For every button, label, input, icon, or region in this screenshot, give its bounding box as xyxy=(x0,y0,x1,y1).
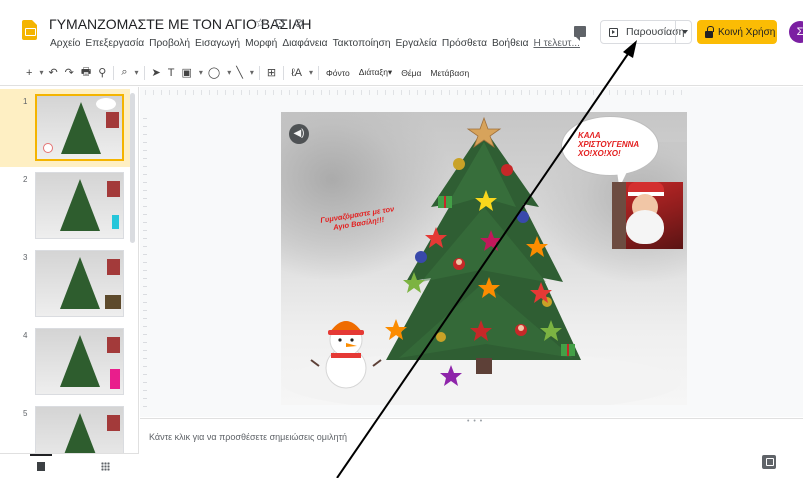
theme-button[interactable]: Θέμα xyxy=(401,68,421,78)
select-cursor-icon[interactable]: ➤ xyxy=(152,66,161,79)
slide-number: 4 xyxy=(23,331,28,340)
menu-insert[interactable]: Εισαγωγή xyxy=(195,38,240,49)
app-header: ΓΥΜΑΝΖΟΜΑΣΤΕ ΜΕ ΤΟΝ ΑΓΙΟ ΒΑΣΙΛΗ ☆ ⊡ ⊘ Αρ… xyxy=(0,0,803,58)
share-button[interactable]: Κοινή Χρήση xyxy=(697,20,777,44)
filmstrip-slide[interactable]: 1 xyxy=(0,89,130,167)
present-button[interactable]: Παρουσίαση xyxy=(600,20,692,44)
menu-arrange[interactable]: Τακτοποίηση xyxy=(333,38,391,49)
explore-icon[interactable] xyxy=(762,455,776,469)
shape-icon[interactable]: ◯ xyxy=(208,66,220,79)
slide-number: 3 xyxy=(23,253,28,262)
layout-button[interactable]: Διάταξη▾ xyxy=(359,67,392,78)
new-slide-icon[interactable]: + xyxy=(26,67,32,79)
image-dropdown-icon[interactable]: ▾ xyxy=(199,68,203,77)
santa-photo[interactable] xyxy=(612,182,683,249)
menu-view[interactable]: Προβολή xyxy=(149,38,190,49)
slide-thumbnail xyxy=(35,328,124,395)
menu-file[interactable]: Αρχείο xyxy=(50,38,80,49)
slide-filmstrip: 1 2 3 4 5 xyxy=(0,87,139,478)
menu-bar: Αρχείο Επεξεργασία Προβολή Εισαγωγή Μορφ… xyxy=(50,38,580,49)
share-button-label: Κοινή Χρήση xyxy=(718,26,776,38)
present-icon xyxy=(609,27,618,37)
filmstrip-slide[interactable]: 2 xyxy=(0,167,130,245)
grid-view-icon[interactable] xyxy=(101,462,110,471)
audio-icon[interactable]: ◀) xyxy=(289,124,309,144)
menu-slide[interactable]: Διαφάνεια xyxy=(282,38,327,49)
line-dropdown-icon[interactable]: ▾ xyxy=(250,68,254,77)
menu-help[interactable]: Βοήθεια xyxy=(492,38,529,49)
print-icon[interactable]: 🖶 xyxy=(81,63,91,82)
text-format-icon[interactable]: ℓA xyxy=(291,67,302,79)
slide-thumbnail xyxy=(35,172,124,239)
slides-logo-icon[interactable] xyxy=(22,20,37,40)
notes-resize-handle[interactable]: • • • xyxy=(467,418,483,425)
star-icon[interactable]: ☆ xyxy=(255,16,266,30)
slide-canvas[interactable]: ◀) ΚΑΛΑ ΧΡΙΣΤΟΥΓΕΝΝΑ ΧΟ!ΧΟ!ΧΟ! Γυμναζόμα… xyxy=(281,112,687,405)
filmstrip-view-icon[interactable] xyxy=(37,462,45,471)
title-icons: ☆ ⊡ ⊘ xyxy=(255,16,304,30)
slide-number: 2 xyxy=(23,175,28,184)
zoom-icon[interactable]: ⌕ xyxy=(121,66,127,79)
folder-move-icon[interactable]: ⊡ xyxy=(275,16,285,30)
slide-number: 5 xyxy=(23,409,28,418)
slide-number: 1 xyxy=(23,97,28,106)
filmstrip-view-switcher xyxy=(0,453,139,478)
menu-tools[interactable]: Εργαλεία xyxy=(396,38,437,49)
paint-format-icon[interactable]: ⚲ xyxy=(98,66,106,79)
text-format-dropdown-icon[interactable]: ▾ xyxy=(309,68,313,77)
undo-icon[interactable]: ↶ xyxy=(48,66,57,79)
present-dropdown-icon[interactable] xyxy=(682,30,688,34)
speaker-notes-placeholder[interactable]: Κάντε κλικ για να προσθέσετε σημειώσεις … xyxy=(149,432,347,442)
lock-icon xyxy=(705,25,714,38)
horizontal-ruler xyxy=(145,90,685,95)
textbox-icon[interactable]: T xyxy=(168,67,175,79)
filmstrip-slide[interactable]: 4 xyxy=(0,323,130,401)
image-icon[interactable]: ▣ xyxy=(181,66,191,79)
transition-button[interactable]: Μετάβαση xyxy=(430,68,469,78)
shape-dropdown-icon[interactable]: ▾ xyxy=(227,68,231,77)
comment-history-icon[interactable] xyxy=(574,26,586,41)
filmstrip-scrollbar[interactable] xyxy=(130,93,135,243)
slide-thumbnail xyxy=(35,94,124,161)
toolbar: + ▾ ↶ ↷ 🖶 ⚲ ⌕ ▾ ➤ T ▣ ▾ ◯ ▾ ╲ ▾ ⊞ ℓA ▾ Φ… xyxy=(0,60,803,86)
slide-thumbnail xyxy=(35,250,124,317)
menu-format[interactable]: Μορφή xyxy=(245,38,277,49)
menu-edit[interactable]: Επεξεργασία xyxy=(85,38,144,49)
zoom-dropdown-icon[interactable]: ▾ xyxy=(135,68,139,77)
speech-bubble[interactable]: ΚΑΛΑ ΧΡΙΣΤΟΥΓΕΝΝΑ ΧΟ!ΧΟ!ΧΟ! xyxy=(561,116,659,176)
menu-addons[interactable]: Πρόσθετα xyxy=(442,38,487,49)
layout-dropdown-icon: ▾ xyxy=(387,67,393,77)
speaker-notes-panel[interactable] xyxy=(140,418,803,478)
layout-button-label: Διάταξη xyxy=(358,67,388,77)
redo-icon[interactable]: ↷ xyxy=(65,66,74,79)
new-slide-dropdown-icon[interactable]: ▾ xyxy=(39,68,43,77)
cloud-status-icon[interactable]: ⊘ xyxy=(294,16,304,30)
speech-bubble-text: ΚΑΛΑ ΧΡΙΣΤΟΥΓΕΝΝΑ ΧΟ!ΧΟ!ΧΟ! xyxy=(578,131,639,159)
last-edit-link[interactable]: Η τελευτ... xyxy=(533,38,579,49)
vertical-ruler xyxy=(143,112,147,407)
slides-app: ΓΥΜΑΝΖΟΜΑΣΤΕ ΜΕ ΤΟΝ ΑΓΙΟ ΒΑΣΙΛΗ ☆ ⊡ ⊘ Αρ… xyxy=(0,0,803,478)
add-comment-icon[interactable]: ⊞ xyxy=(267,66,276,79)
filmstrip-slide[interactable]: 3 xyxy=(0,245,130,323)
avatar[interactable]: Σ xyxy=(789,21,803,43)
line-icon[interactable]: ╲ xyxy=(236,66,243,79)
background-button[interactable]: Φόντο xyxy=(326,68,350,78)
